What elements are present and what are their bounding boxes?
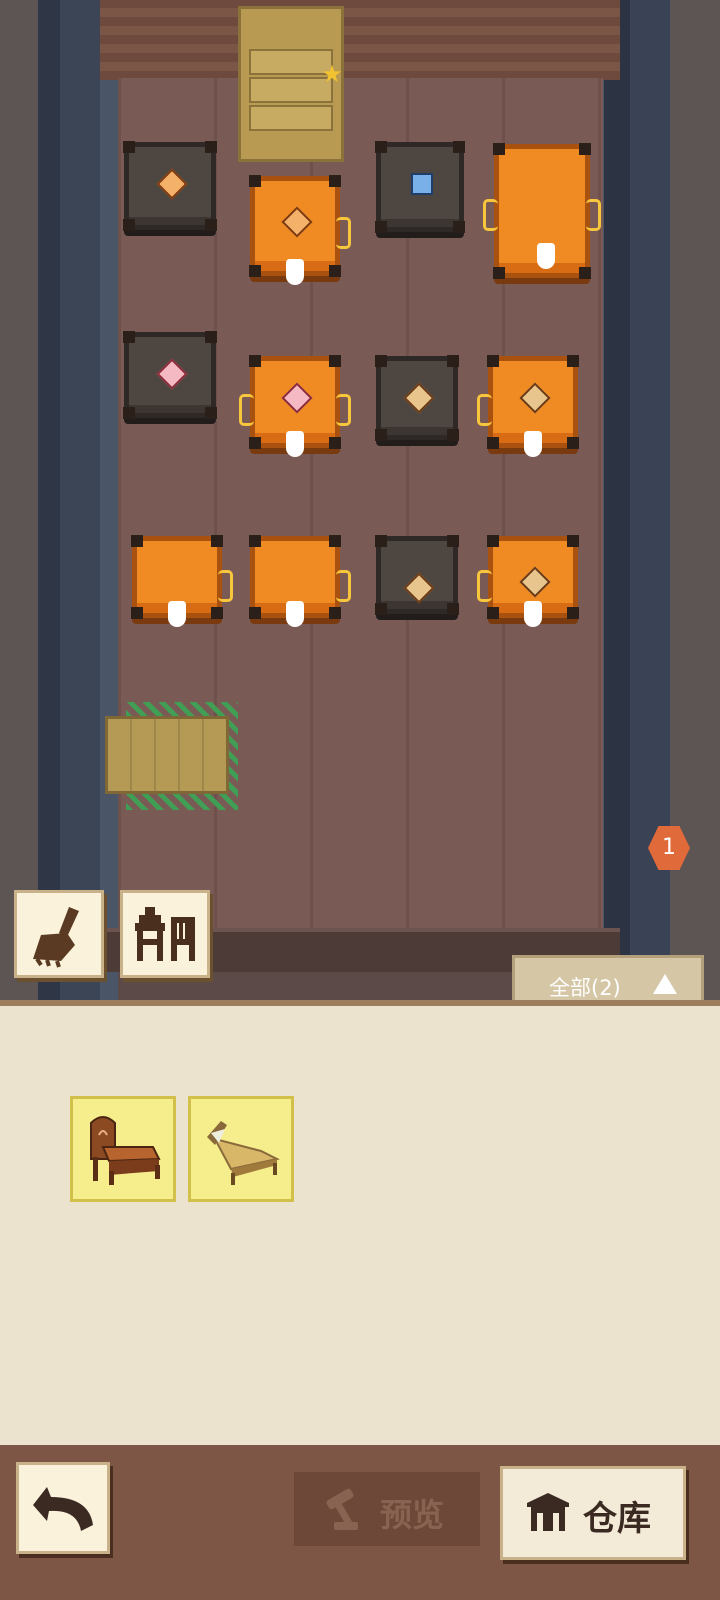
crate-dark[interactable] <box>123 141 217 231</box>
undo-button[interactable] <box>16 1462 110 1554</box>
crate-badge-icon <box>281 382 313 414</box>
crate-tag-icon <box>168 601 186 627</box>
crate-orange[interactable] <box>131 535 233 627</box>
left-wall <box>0 0 118 1010</box>
crate-badge-icon <box>403 572 435 604</box>
furniture-icon <box>135 907 195 961</box>
crate-orange[interactable] <box>483 143 601 279</box>
crate-orange[interactable] <box>239 355 351 457</box>
crate-tag-icon <box>537 243 555 269</box>
warehouse-icon <box>527 1493 569 1531</box>
crate-badge-icon <box>519 566 551 598</box>
filter-label: 全部(2) <box>549 976 621 1000</box>
crate-orange[interactable] <box>477 535 579 627</box>
crate-orange[interactable] <box>477 355 579 457</box>
wardrobe-drawer <box>249 105 333 131</box>
undo-arrow-icon <box>33 1487 93 1531</box>
crate-badge-icon <box>281 206 313 238</box>
hammer-icon <box>326 1488 358 1530</box>
crate-badge-icon <box>156 358 188 390</box>
inventory-item-wooden-bed[interactable] <box>70 1096 176 1202</box>
broom-button[interactable] <box>14 890 104 978</box>
broom-icon <box>33 907 79 968</box>
inventory-panel <box>0 1000 720 1451</box>
furniture-button[interactable] <box>120 890 210 978</box>
crate-badge-icon <box>411 173 433 195</box>
crate-tag-icon <box>524 431 542 457</box>
crate-badge-icon <box>403 382 435 414</box>
placed-bed[interactable] <box>105 716 229 794</box>
wooden-bed-icon <box>90 1116 161 1185</box>
star-icon: ★ <box>321 60 343 88</box>
crate-orange[interactable] <box>249 535 351 627</box>
crate-tag-icon <box>286 259 304 285</box>
warehouse-label: 仓库 <box>583 1499 651 1539</box>
crate-tag-icon <box>286 431 304 457</box>
warehouse-button[interactable]: 仓库 <box>500 1466 686 1560</box>
room-view[interactable]: ★ 1 <box>0 0 720 1010</box>
inventory-item-straw-bed[interactable] <box>188 1096 294 1202</box>
crate-badge-icon <box>156 168 188 200</box>
crate-dark[interactable] <box>375 535 459 615</box>
crate-tag-icon <box>524 601 542 627</box>
preview-label: 预览 <box>380 1496 445 1534</box>
back-wall <box>100 0 620 80</box>
caret-up-icon <box>653 974 677 994</box>
crate-dark[interactable] <box>123 331 217 419</box>
crate-orange[interactable] <box>249 175 351 285</box>
crate-tag-icon <box>286 601 304 627</box>
crate-dark[interactable] <box>375 141 465 233</box>
preview-button[interactable]: 预览 <box>294 1472 480 1546</box>
crate-dark[interactable] <box>375 355 459 441</box>
straw-bed-icon <box>207 1121 280 1185</box>
crate-badge-icon <box>519 382 551 414</box>
